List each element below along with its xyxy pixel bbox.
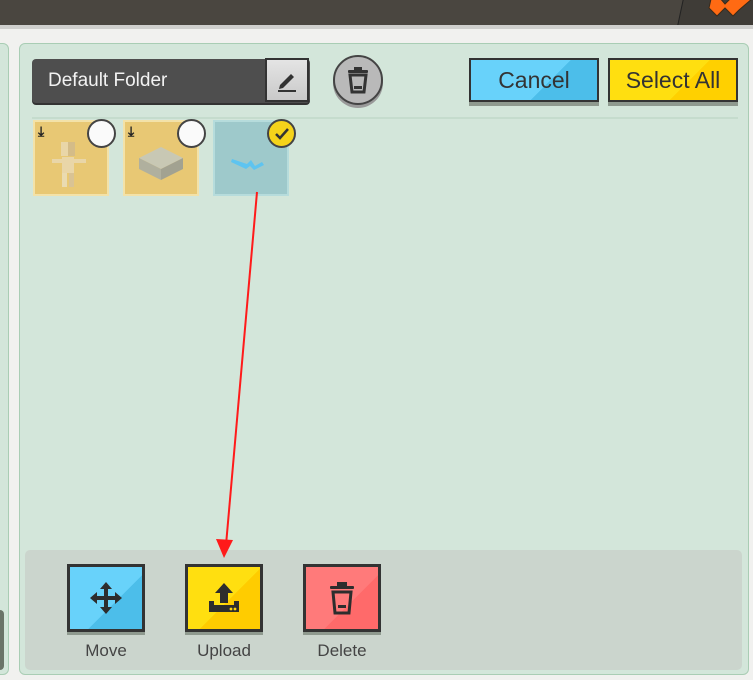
checkmark-icon	[274, 127, 289, 140]
delete-label: Delete	[317, 641, 367, 660]
select-checkbox[interactable]	[177, 119, 206, 148]
select-all-button[interactable]: Select All	[608, 58, 738, 102]
move-button[interactable]	[67, 564, 145, 632]
left-panel-handle[interactable]	[0, 610, 4, 670]
delete-action[interactable]: Delete	[303, 564, 381, 661]
item-thumbnail-selected[interactable]	[213, 119, 296, 196]
rename-folder-button[interactable]	[265, 58, 309, 102]
folder-name: Default Folder	[48, 70, 168, 91]
upload-button[interactable]	[185, 564, 263, 632]
folder-name-bar: Default Folder	[32, 58, 310, 103]
item-thumbnail[interactable]: ⤓	[33, 119, 116, 196]
move-arrows-icon	[90, 582, 122, 614]
move-action[interactable]: Move	[67, 564, 145, 661]
pencil-icon	[278, 74, 296, 92]
delete-folder-button[interactable]	[333, 55, 383, 105]
left-side-panel	[0, 43, 9, 675]
cancel-button[interactable]: Cancel	[469, 58, 599, 102]
upload-icon	[209, 583, 239, 612]
move-label: Move	[85, 641, 127, 660]
trash-icon	[348, 67, 368, 94]
divider	[32, 117, 738, 119]
delete-button[interactable]	[303, 564, 381, 632]
upload-action[interactable]: Upload	[185, 564, 263, 661]
action-bar: Move Upload Delete	[25, 550, 742, 670]
top-bar	[0, 0, 753, 29]
folder-panel: Default Folder Cancel Select All ⤓ ⤓ Mov…	[19, 43, 749, 675]
upload-label: Upload	[197, 641, 251, 660]
item-thumbnail[interactable]: ⤓	[123, 119, 206, 196]
trash-icon	[330, 582, 354, 615]
select-checkbox[interactable]	[87, 119, 116, 148]
close-icon[interactable]	[705, 0, 753, 18]
select-checkbox-checked[interactable]	[267, 119, 296, 148]
